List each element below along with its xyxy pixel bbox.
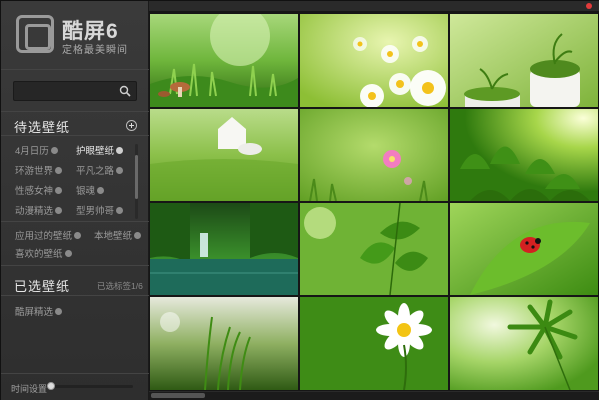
category-toggle-icon[interactable] (55, 166, 63, 174)
category-item[interactable]: 环游世界 (15, 163, 63, 177)
sidebar: 酷屏6 定格最美瞬间 待选壁纸 4月日历 护眼壁纸 环游世界 平凡之路 性感女神… (1, 1, 149, 400)
app-logo-icon (16, 15, 54, 53)
link-icon (74, 231, 82, 239)
selected-count: 已选标签1/6 (97, 281, 143, 291)
category-item[interactable]: 平凡之路 (76, 163, 124, 177)
wallpaper-grass-blades-bokeh (150, 297, 298, 390)
search-icon[interactable] (119, 85, 131, 97)
wallpaper-ladybug-on-leaf (450, 203, 598, 295)
category-scrollbar-thumb[interactable] (135, 155, 138, 199)
category-item[interactable]: 动漫精选 (15, 203, 63, 217)
search-box[interactable] (13, 81, 137, 101)
category-item[interactable]: 4月日历 (15, 143, 58, 157)
selected-item-label: 酷屏精选 (15, 307, 54, 318)
wallpaper-forest-waterfall (150, 203, 298, 295)
wallpaper-potted-seedlings (450, 14, 598, 107)
wallpaper-pink-flower-meadow (300, 109, 448, 201)
selected-wallpapers-title: 已选壁纸 (14, 279, 71, 294)
grid-horizontal-scrollbar[interactable] (149, 391, 599, 400)
wallpaper-tile[interactable] (450, 203, 598, 295)
wallpaper-tile[interactable] (450, 14, 598, 107)
applied-wallpapers-link[interactable]: 应用过的壁纸 (15, 228, 82, 242)
pending-wallpapers-title: 待选壁纸 (14, 120, 71, 135)
wallpaper-tea-sprouts-sunlight (450, 109, 598, 201)
category-label: 4月日历 (15, 146, 49, 157)
category-label: 性感女神 (15, 186, 54, 197)
divider (1, 295, 149, 296)
time-settings-label: 时间设置 (11, 384, 48, 394)
divider (1, 265, 149, 266)
time-slider[interactable] (49, 385, 133, 388)
wallpaper-tile[interactable] (300, 109, 448, 201)
link-label: 本地壁纸 (94, 231, 133, 242)
wallpaper-tile[interactable] (150, 297, 298, 390)
category-item[interactable]: 银魂 (76, 183, 105, 197)
time-slider-knob[interactable] (47, 382, 55, 390)
category-label: 型男帅哥 (76, 206, 115, 217)
category-label: 银魂 (76, 186, 96, 197)
app-slogan: 定格最美瞬间 (62, 45, 128, 56)
wallpaper-tile[interactable] (300, 297, 448, 390)
wallpaper-mushrooms-grass (150, 14, 298, 107)
wallpaper-house-on-grass (150, 109, 298, 201)
wallpaper-tile[interactable] (450, 297, 598, 390)
category-item[interactable]: 型男帅哥 (76, 203, 124, 217)
link-icon (64, 249, 72, 257)
wallpaper-tile[interactable] (300, 203, 448, 295)
divider (1, 135, 149, 136)
divider (1, 373, 149, 374)
selected-item[interactable]: 酷屏精选 (15, 304, 63, 318)
grid-scrollbar-thumb[interactable] (151, 393, 205, 398)
local-wallpapers-link[interactable]: 本地壁纸 (94, 228, 142, 242)
close-icon[interactable] (586, 3, 592, 9)
category-toggle-icon[interactable] (97, 186, 105, 194)
link-label: 喜欢的壁纸 (15, 249, 63, 260)
category-label: 护眼壁纸 (76, 146, 115, 157)
wallpaper-tile[interactable] (150, 109, 298, 201)
link-label: 应用过的壁纸 (15, 231, 73, 242)
wallpaper-tile[interactable] (450, 109, 598, 201)
add-category-icon[interactable] (126, 120, 137, 131)
category-toggle-icon[interactable] (55, 206, 63, 214)
category-toggle-icon[interactable] (50, 146, 58, 154)
category-toggle-icon[interactable] (116, 166, 124, 174)
wallpaper-white-daisies (300, 14, 448, 107)
category-toggle-icon[interactable] (116, 146, 124, 154)
category-label: 平凡之路 (76, 166, 115, 177)
remove-icon[interactable] (55, 307, 63, 315)
title-bar (149, 1, 599, 11)
divider (1, 111, 149, 112)
wallpaper-tile[interactable] (300, 14, 448, 107)
wallpaper-tile[interactable] (150, 203, 298, 295)
liked-wallpapers-link[interactable]: 喜欢的壁纸 (15, 246, 72, 260)
wallpaper-tile[interactable] (150, 14, 298, 107)
wallpaper-green-leaves-closeup (300, 203, 448, 295)
app-window: 酷屏6 定格最美瞬间 待选壁纸 4月日历 护眼壁纸 环游世界 平凡之路 性感女神… (0, 0, 599, 400)
category-toggle-icon[interactable] (116, 206, 124, 214)
category-label: 环游世界 (15, 166, 54, 177)
divider (1, 221, 149, 222)
category-item-active[interactable]: 护眼壁纸 (76, 143, 124, 157)
search-input[interactable] (18, 84, 114, 98)
category-label: 动漫精选 (15, 206, 54, 217)
link-icon (134, 231, 142, 239)
wallpaper-single-daisy (300, 297, 448, 390)
divider (1, 69, 149, 70)
category-item[interactable]: 性感女神 (15, 183, 63, 197)
wallpaper-fern-leaves (450, 297, 598, 390)
category-toggle-icon[interactable] (55, 186, 63, 194)
